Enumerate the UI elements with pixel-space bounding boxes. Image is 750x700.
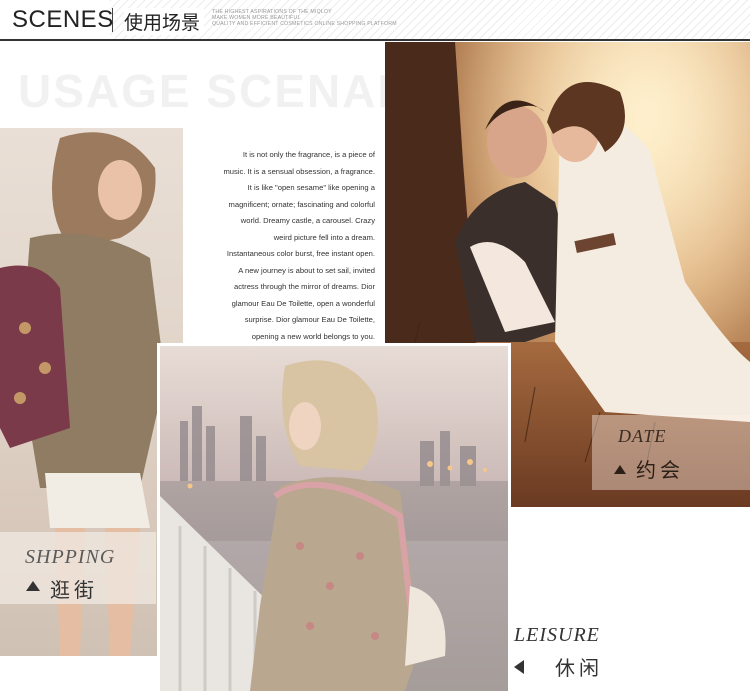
paragraph-line: Instantaneous color burst, free instant … — [226, 249, 375, 258]
shopping-label-cn: 逛街 — [50, 580, 98, 602]
description-paragraph: It is not only the fragrance, is a piece… — [197, 147, 375, 345]
leisure-label-cn: 休闲 — [555, 658, 603, 680]
section-header: SCENES 使用场景 THE HIGHEST ASPIRATIONS OF T… — [0, 0, 750, 41]
paragraph-line: weird picture fell into a dream. — [273, 232, 375, 242]
leisure-photo — [157, 343, 511, 694]
shopping-label-en: SHPPING — [25, 546, 116, 568]
header-title-en: SCENES — [12, 6, 114, 33]
paragraph-line: A new journey is about to set sail, invi… — [238, 265, 375, 275]
date-label-en: DATE — [618, 426, 667, 446]
date-caption: DATE 约会 — [592, 415, 750, 490]
paragraph-line: It is like "open sesame" like opening a — [247, 183, 375, 192]
shopping-caption: SHPPING 逛街 — [0, 532, 156, 604]
paragraph-line: music. It is a sensual obsession, a frag… — [223, 166, 375, 176]
triangle-left-icon — [514, 660, 524, 674]
paragraph-line: glamour Eau De Toilette, open a wonderfu… — [231, 298, 375, 308]
header-title-cn: 使用场景 — [124, 8, 205, 35]
header-underline — [0, 39, 750, 41]
header-divider — [112, 8, 113, 32]
paragraph-line: world. Dreamy castle, a carousel. Crazy — [240, 216, 375, 225]
tagline-line: QUALITY AND EFFICIENT COSMETICS ONLINE S… — [212, 21, 397, 27]
paragraph-line: It is not only the fragrance, is a piece… — [242, 150, 375, 159]
paragraph-line: surprise. Dior glamour Eau De Toilette, — [244, 315, 375, 324]
triangle-up-icon — [614, 465, 626, 474]
paragraph-line: magnificent; ornate; fascinating and col… — [228, 199, 375, 209]
paragraph-line: actress through the mirror of dreams. Di… — [234, 282, 375, 291]
leisure-caption: LEISURE 休闲 — [510, 622, 630, 682]
header-tagline: THE HIGHEST ASPIRATIONS OF THE MIQLOY MA… — [212, 9, 397, 27]
triangle-up-icon — [26, 581, 40, 591]
date-label-cn: 约会 — [636, 460, 684, 482]
leisure-label-en: LEISURE — [514, 624, 600, 646]
